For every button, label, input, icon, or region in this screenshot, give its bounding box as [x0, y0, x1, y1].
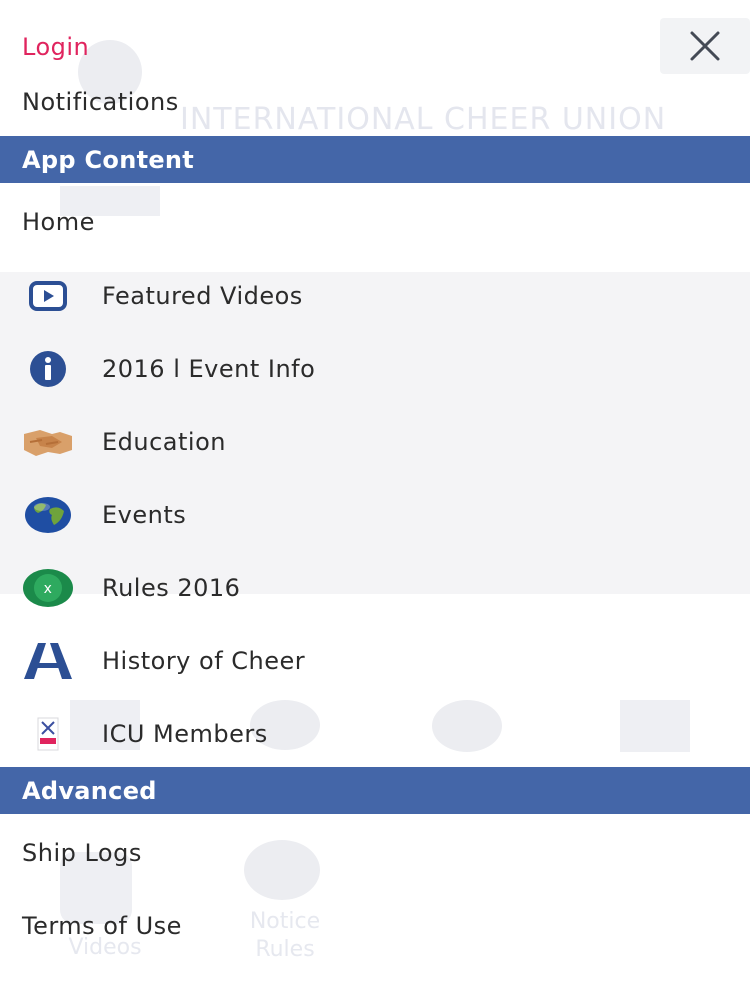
- menu-item-events[interactable]: Events: [0, 493, 750, 537]
- menu-item-event-info[interactable]: 2016 l Event Info: [0, 347, 750, 391]
- svg-text:x: x: [44, 581, 53, 597]
- menu-item-education[interactable]: Education: [0, 420, 750, 464]
- terms-of-use-label: Terms of Use: [22, 912, 182, 940]
- close-button[interactable]: [660, 18, 750, 74]
- ship-logs-label: Ship Logs: [22, 839, 142, 867]
- video-play-icon: [22, 276, 74, 316]
- menu-item-home[interactable]: Home: [0, 198, 750, 246]
- event-info-label: 2016 l Event Info: [102, 355, 316, 383]
- menu-item-terms-of-use[interactable]: Terms of Use: [0, 903, 750, 949]
- members-icon: [22, 714, 74, 754]
- home-label: Home: [22, 208, 95, 236]
- side-menu: Login Notifications App Content Home Fea…: [0, 0, 750, 1000]
- login-link[interactable]: Login: [0, 26, 750, 68]
- handshake-icon: [22, 422, 74, 462]
- education-label: Education: [102, 428, 226, 456]
- login-label: Login: [22, 33, 90, 61]
- rules-2016-label: Rules 2016: [102, 574, 241, 602]
- app-screen: INTERNATIONAL CHEER UNION ICU Education …: [0, 0, 750, 1000]
- notifications-label: Notifications: [22, 88, 179, 116]
- globe-icon: [22, 495, 74, 535]
- section-header-app-content: App Content: [0, 136, 750, 183]
- history-icon: [22, 641, 74, 681]
- featured-videos-label: Featured Videos: [102, 282, 303, 310]
- menu-item-rules-2016[interactable]: x Rules 2016: [0, 566, 750, 610]
- events-label: Events: [102, 501, 187, 529]
- notifications-item[interactable]: Notifications: [0, 80, 750, 124]
- menu-item-icu-members[interactable]: ICU Members: [0, 712, 750, 756]
- close-icon: [690, 31, 720, 61]
- menu-item-history-of-cheer[interactable]: History of Cheer: [0, 639, 750, 683]
- icu-members-label: ICU Members: [102, 720, 268, 748]
- history-of-cheer-label: History of Cheer: [102, 647, 306, 675]
- section-header-advanced: Advanced: [0, 767, 750, 814]
- menu-item-ship-logs[interactable]: Ship Logs: [0, 830, 750, 876]
- info-icon: [22, 349, 74, 389]
- menu-item-featured-videos[interactable]: Featured Videos: [0, 274, 750, 318]
- rules-icon: x: [22, 568, 74, 608]
